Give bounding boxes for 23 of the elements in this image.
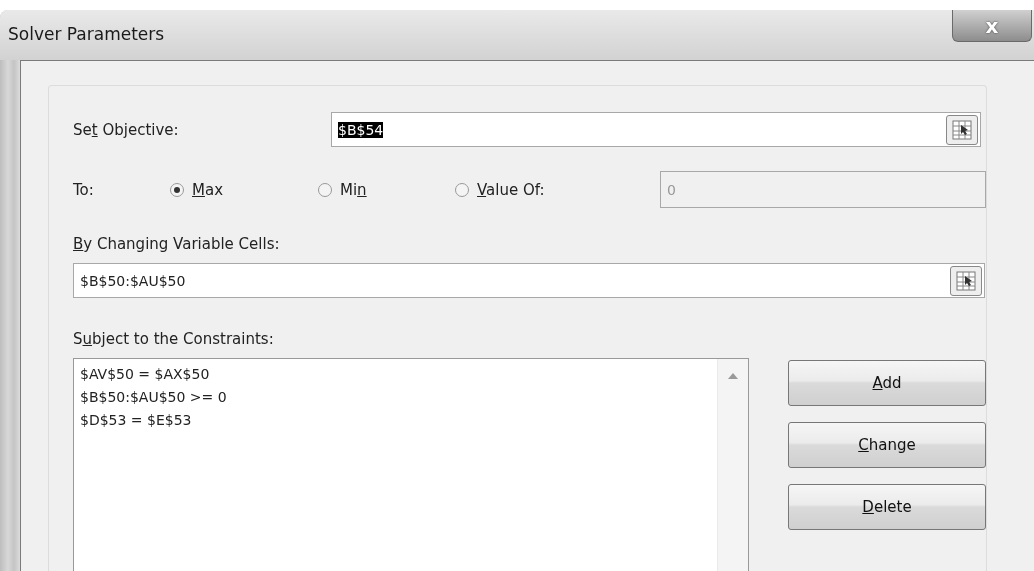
action-button[interactable]: Delete bbox=[788, 484, 986, 530]
constraint-item[interactable]: $AV$50 = $AX$50 bbox=[80, 363, 711, 386]
action-button[interactable]: Add bbox=[788, 360, 986, 406]
constraint-item[interactable]: $D$53 = $E$53 bbox=[80, 409, 711, 432]
field-label: To: bbox=[73, 180, 95, 199]
radio-button[interactable] bbox=[318, 182, 332, 197]
range-picker-icon[interactable] bbox=[950, 265, 982, 296]
radio-label: Max bbox=[192, 180, 224, 199]
field-label: Subject to the Constraints: bbox=[73, 330, 275, 348]
field-label: Set Objective: bbox=[73, 120, 180, 139]
scroll-up-icon[interactable] bbox=[728, 373, 738, 379]
action-button[interactable]: Change bbox=[788, 422, 986, 468]
objective-field[interactable]: $B$54 bbox=[331, 112, 981, 147]
radio-label: Value Of: bbox=[477, 180, 545, 199]
range-picker-icon[interactable] bbox=[946, 114, 978, 145]
field-label: By Changing Variable Cells: bbox=[73, 235, 281, 253]
radio-label: Min bbox=[340, 180, 367, 199]
radio-button[interactable] bbox=[170, 182, 184, 197]
variable-cells-field[interactable]: $B$50:$AU$50 bbox=[73, 263, 985, 298]
constraint-item[interactable]: $B$50:$AU$50 >= 0 bbox=[80, 386, 711, 409]
window-title: Solver Parameters bbox=[7, 23, 165, 44]
value-field: 0 bbox=[660, 171, 986, 208]
radio-button[interactable] bbox=[455, 182, 469, 197]
